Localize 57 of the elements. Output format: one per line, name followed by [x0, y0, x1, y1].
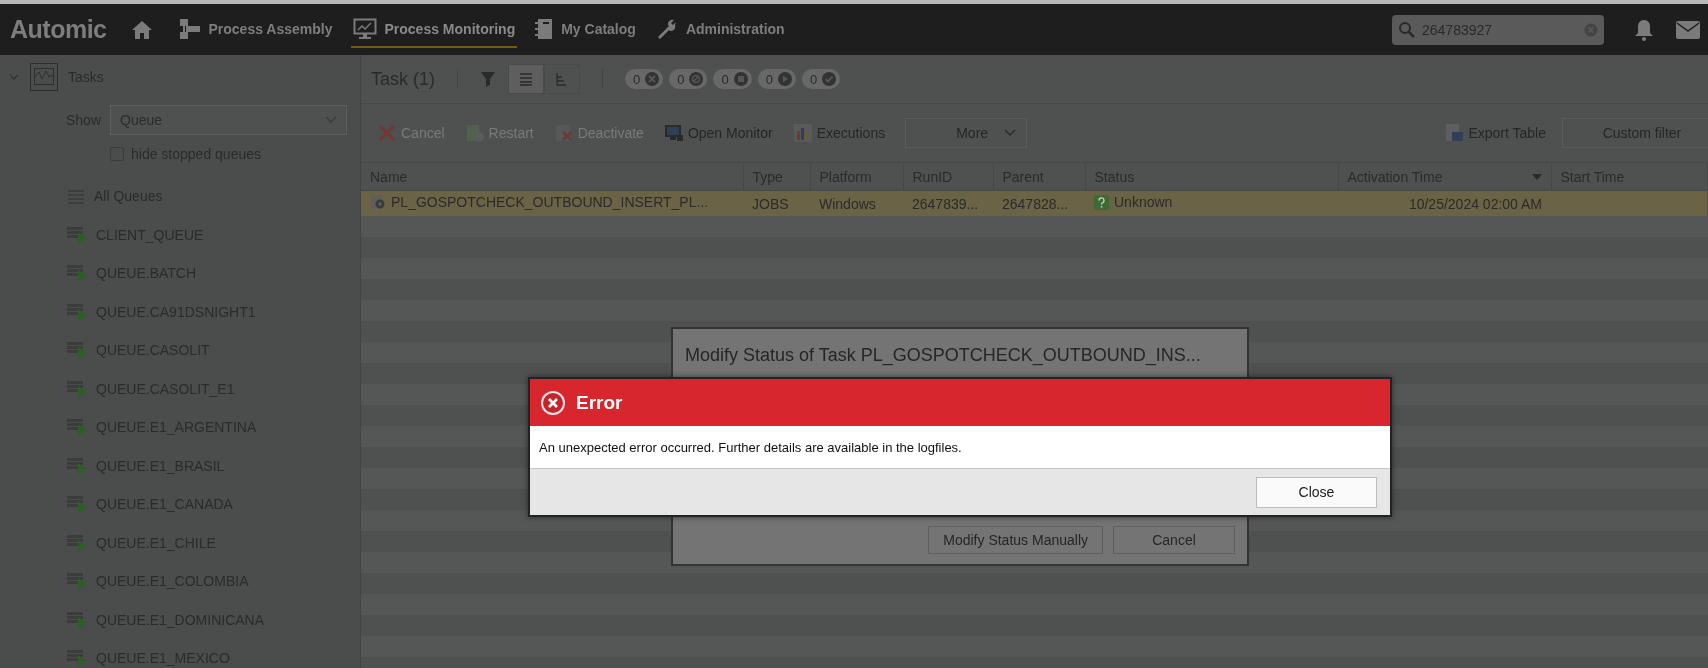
- search-icon: [1398, 20, 1416, 39]
- close-button[interactable]: Close: [1256, 476, 1377, 508]
- queue-play-icon: [66, 417, 88, 438]
- status-icon: [645, 72, 660, 86]
- queue-play-icon: [66, 224, 88, 245]
- monitor-chart-icon: [352, 17, 377, 40]
- status-icon: [822, 72, 837, 86]
- table-cell: JOBS: [752, 195, 789, 212]
- table-cell: PL_GOSPOTCHECK_OUTBOUND_INSERT_PL...: [370, 194, 709, 210]
- sort-caret-icon: [1531, 173, 1542, 180]
- gear-document-icon: [370, 194, 386, 210]
- status-counter[interactable]: 0: [757, 69, 796, 89]
- table-cell: 2647828...: [1002, 195, 1069, 212]
- nav-tab[interactable]: Process Monitoring: [350, 11, 518, 48]
- status-counter[interactable]: 0: [713, 69, 752, 89]
- queue-play-icon: [66, 609, 88, 630]
- question-icon: [1094, 194, 1109, 210]
- status-icon: [689, 72, 704, 86]
- logo: Automic: [10, 15, 107, 44]
- status-icon: [733, 72, 748, 86]
- error-icon: [540, 389, 566, 416]
- queue-play-icon: [66, 340, 88, 361]
- bar-chart-icon: [792, 123, 813, 143]
- nav-tab[interactable]: Administration: [653, 11, 787, 48]
- queue-play-icon: [66, 571, 88, 592]
- queue-play-icon: [66, 301, 88, 322]
- dialog-title: Modify Status of Task PL_GOSPOTCHECK_OUTBOUND_INS...: [685, 345, 1202, 366]
- export-table-icon: [1444, 123, 1465, 143]
- x-mark-icon: [377, 123, 397, 143]
- table-cell: 10/25/2024 02:00 AM: [1408, 195, 1542, 212]
- status-counter[interactable]: 0: [669, 69, 708, 89]
- dialog-title: Error: [576, 391, 623, 414]
- tasks-monitor-icon: [30, 63, 58, 91]
- status-counter[interactable]: 0: [625, 69, 664, 89]
- list-icon: [517, 70, 535, 88]
- table-cell: 2647839...: [912, 195, 979, 212]
- queue-play-icon: [66, 263, 88, 284]
- table-cell: Unknown: [1094, 194, 1173, 211]
- nav-tab[interactable]: My Catalog: [533, 11, 638, 48]
- error-message: An unexpected error occurred. Further details are available in the logfiles.: [539, 439, 962, 455]
- flowchart-icon: [178, 17, 201, 40]
- monitor-icon: [663, 123, 684, 143]
- dialog-button[interactable]: Modify Status Manually: [928, 526, 1103, 554]
- table-cell: Windows: [819, 195, 876, 212]
- status-icon: [777, 72, 792, 86]
- status-counter[interactable]: 0: [801, 69, 841, 89]
- view-toggle[interactable]: [544, 64, 580, 94]
- queue-play-icon: [66, 494, 88, 515]
- deactivate-icon: [553, 123, 574, 143]
- queue-play-icon: [66, 455, 88, 476]
- chevron-down-icon: [1004, 129, 1017, 137]
- queue-play-icon: [66, 378, 88, 399]
- notebook-icon: [535, 17, 554, 40]
- nav-tab[interactable]: Process Assembly: [176, 11, 335, 48]
- dialog-button[interactable]: Cancel: [1113, 526, 1235, 554]
- view-toggle[interactable]: [508, 64, 544, 94]
- queue-play-icon: [66, 532, 88, 553]
